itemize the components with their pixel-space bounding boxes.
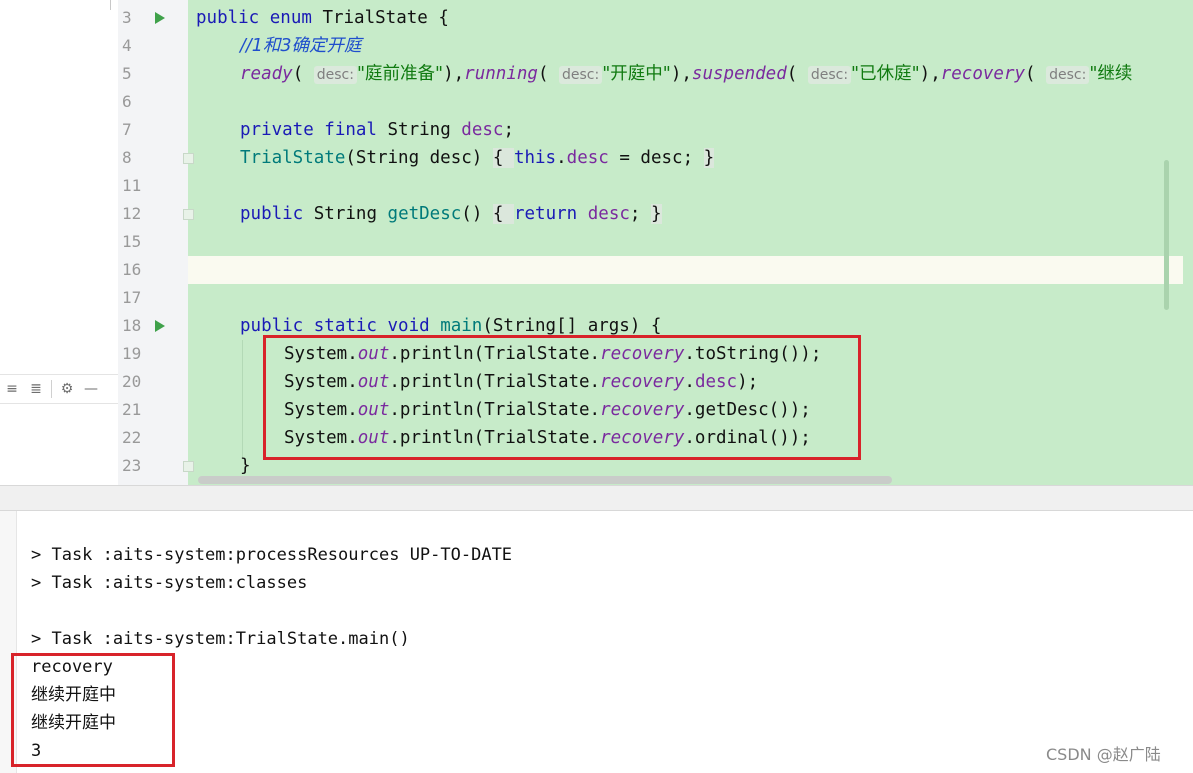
code-line-4: //1和3确定开庭 <box>240 32 362 60</box>
fold-icon[interactable] <box>183 461 194 472</box>
string-literal: "庭前准备" <box>356 64 444 84</box>
keyword: public static void <box>240 316 441 336</box>
fold-icon[interactable] <box>183 153 194 164</box>
watermark: CSDN @赵广陆 <box>1046 745 1161 764</box>
line-number: 16 <box>122 260 142 279</box>
line-number: 5 <box>122 64 132 83</box>
line-number: 12 <box>122 204 142 223</box>
parameters: (String desc) <box>345 148 493 168</box>
type: String <box>387 120 462 140</box>
code-line-7: private final String desc; <box>240 116 514 144</box>
code-comment: //1和3确定开庭 <box>240 36 362 56</box>
console-line: > Task :aits-system:processResources UP-… <box>31 545 513 565</box>
field: desc <box>461 120 504 140</box>
constructor-name: TrialState <box>240 148 346 168</box>
class-declaration: TrialState { <box>322 8 449 28</box>
parameter-hint: desc: <box>313 66 357 84</box>
parameter-hint: desc: <box>807 66 852 84</box>
keyword: return <box>513 204 588 224</box>
field: desc <box>566 148 609 168</box>
closing-brace: } <box>240 456 251 476</box>
fold-icon[interactable] <box>183 209 194 220</box>
keyword: public <box>240 204 314 224</box>
punctuation: ; <box>629 204 651 224</box>
line-number: 6 <box>122 92 132 111</box>
assignment: = desc; <box>608 148 704 168</box>
output-highlight-box <box>11 653 175 767</box>
parameter-hint: desc: <box>1046 66 1090 84</box>
parentheses: () <box>461 204 493 224</box>
code-line-5: ready( desc: "庭前准备"),running( desc: "开庭中")… <box>240 64 1133 84</box>
punctuation: ; <box>503 120 514 140</box>
line-number: 8 <box>122 148 132 167</box>
line-number: 20 <box>122 372 142 391</box>
keyword: private final <box>240 120 388 140</box>
parameter-hint: desc: <box>559 66 603 84</box>
code-line-8: TrialState(String desc) { this.desc = de… <box>240 144 715 172</box>
line-number: 19 <box>122 344 142 363</box>
enum-constant: suspended <box>691 64 787 84</box>
line-number: 7 <box>122 120 132 139</box>
field: desc <box>587 204 630 224</box>
punctuation: . <box>556 148 567 168</box>
line-number: 4 <box>122 36 132 55</box>
folded-brace[interactable]: } <box>650 204 662 224</box>
pane-splitter[interactable] <box>0 485 1193 511</box>
line-number: 22 <box>122 428 142 447</box>
line-number: 18 <box>122 316 142 335</box>
caret-line-highlight <box>188 256 1183 284</box>
folded-brace[interactable]: { <box>492 204 514 224</box>
console-line: > Task :aits-system:classes <box>31 573 308 593</box>
parameters: (String[] args) { <box>482 316 662 336</box>
folded-brace[interactable]: } <box>703 148 715 168</box>
horizontal-scrollbar[interactable] <box>198 476 892 484</box>
line-number: 3 <box>122 8 132 27</box>
console-line: > Task :aits-system:TrialState.main() <box>31 629 410 649</box>
enum-constant: running <box>464 64 538 84</box>
line-number: 15 <box>122 232 142 251</box>
string-literal: "继续 <box>1089 64 1133 84</box>
line-number: 11 <box>122 176 142 195</box>
string-literal: "开庭中" <box>602 64 671 84</box>
enum-constant: ready <box>240 64 293 84</box>
keyword: this <box>513 148 557 168</box>
keyword: public enum <box>196 8 323 28</box>
run-icon[interactable] <box>155 320 165 332</box>
line-number: 21 <box>122 400 142 419</box>
code-highlight-box <box>263 335 861 460</box>
type: String <box>313 204 388 224</box>
method-name: main <box>440 316 483 336</box>
vertical-scrollbar[interactable] <box>1164 160 1169 310</box>
indent-guide <box>242 340 243 458</box>
line-number: 23 <box>122 456 142 475</box>
method-name: getDesc <box>387 204 462 224</box>
folded-brace[interactable]: { <box>492 148 514 168</box>
line-number: 17 <box>122 288 142 307</box>
code-line-3: public enum TrialState { <box>196 4 449 32</box>
string-literal: "已休庭" <box>851 64 920 84</box>
enum-constant: recovery <box>940 64 1026 84</box>
code-line-12: public String getDesc() { return desc; } <box>240 200 662 228</box>
run-icon[interactable] <box>155 12 165 24</box>
